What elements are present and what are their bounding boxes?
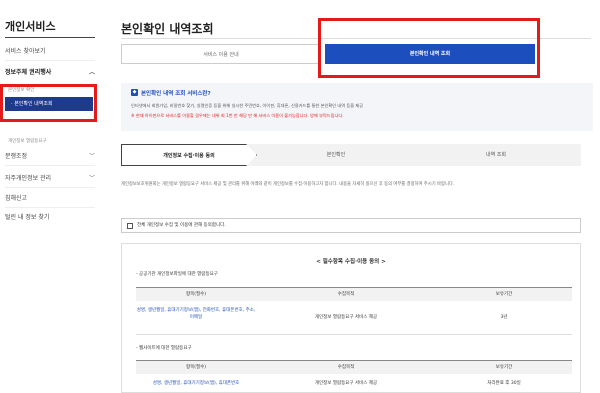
sidebar-item-label: 자주개인정보 관리: [5, 175, 52, 182]
table-header: 항목(필수) 수집목적 보유기간: [136, 360, 572, 374]
page-title: 본인확인 내역조회: [121, 22, 214, 36]
sidebar-title-divider: [5, 37, 95, 38]
terms-section-title: - 공공기관 개인정보파일에 대한 열람등요구: [136, 272, 218, 277]
step-verify: 본인확인: [326, 152, 346, 158]
table-row: 성명, 생년월일, 휴대기기정보(앱), 전화번호, 휴대폰번호, 주소, 이메…: [136, 301, 572, 335]
info-icon: ◆: [131, 89, 138, 96]
consent-all-checkbox[interactable]: [127, 223, 133, 229]
sidebar-divider: [5, 60, 95, 61]
sidebar-title: 개인서비스: [5, 20, 56, 33]
table-cell: 성명, 생년월일, 휴대기기정보(앱), 휴대폰번호: [152, 381, 240, 386]
chevron-down-icon: ﹀: [88, 153, 95, 160]
table-header-cell: 항목(필수): [185, 365, 207, 370]
table-header-cell: 보유기간: [495, 365, 513, 370]
table-row: 성명, 생년월일, 휴대기기정보(앱), 휴대폰번호 개인정보 열람등요구 서비…: [136, 374, 572, 393]
sidebar-item-rights[interactable]: 정보주체 권리행사 ︿: [5, 69, 95, 77]
info-text: 인터넷에서 회원가입, 비밀번호 찾기, 실명인증 등을 위해 실시한 주민번호…: [131, 103, 364, 108]
sidebar-item-label: 정보주체 권리행사: [5, 69, 52, 76]
info-box: ◆ 본인확인 내역 조회 서비스란? 인터넷에서 회원가입, 비밀번호 찾기, …: [121, 83, 593, 131]
step-consent: 개인정보 수집·이용 동의: [121, 144, 257, 166]
highlight-box-sidebar: [0, 84, 97, 122]
consent-all-row[interactable]: 전체 개인정보 수집 및 이용에 관해 동의합니다.: [121, 218, 581, 233]
chevron-up-icon: ︿: [88, 69, 95, 76]
info-title: 본인확인 내역 조회 서비스란?: [141, 91, 211, 97]
sidebar-divider: [5, 165, 95, 166]
table-cell: 성명, 생년월일, 휴대기기정보(앱), 전화번호, 휴대폰번호, 주소, 이메…: [136, 308, 256, 320]
consent-all-label: 전체 개인정보 수집 및 이용에 관해 동의합니다.: [137, 223, 226, 228]
step-history: 내역 조회: [486, 152, 506, 158]
table-header-cell: 보유기간: [495, 292, 513, 297]
sidebar-divider: [5, 207, 95, 208]
table-cell: 개인정보 열람등요구 서비스 제공: [314, 315, 378, 320]
sidebar: 개인서비스 서비스 찾아보기 정보주체 권리행사 ︿ 본인정보 확인 · 본인확…: [0, 0, 100, 393]
sidebar-item-report[interactable]: 침해신고: [5, 195, 95, 203]
table-cell: 처리완료 후 30일: [487, 381, 521, 386]
highlight-box-tab: [318, 18, 540, 78]
table-header-cell: 항목(필수): [185, 292, 207, 297]
table-cell: 개인정보 열람등요구 서비스 제공: [314, 381, 378, 386]
table-header: 항목(필수) 수집목적 보유기간: [136, 287, 572, 301]
sidebar-item-leaked-info[interactable]: 털린 내 정보 찾기: [5, 214, 95, 222]
step-indicator: 개인정보 수집·이용 동의 본인확인 내역 조회: [121, 144, 581, 166]
sidebar-item-dispute[interactable]: 분쟁조정 ﹀: [5, 153, 95, 161]
tab-service-guide[interactable]: 서비스 이용 안내: [121, 44, 321, 64]
table-header-cell: 수집목적: [337, 365, 355, 370]
terms-heading: < 필수항목 수집·이용 동의 >: [316, 259, 386, 265]
sidebar-item-label: 분쟁조정: [5, 153, 28, 160]
consent-description: 개인정보보호위원회는 개인정보 열람등요구 서비스 제공 및 관리를 위해 아래…: [121, 182, 455, 187]
sidebar-item-self-management[interactable]: 자주개인정보 관리 ﹀: [5, 175, 95, 183]
terms-section-title: - 웹사이트에 대한 열람등요구: [136, 346, 192, 351]
table-header-cell: 수집목적: [337, 292, 355, 297]
sidebar-item-service-search[interactable]: 서비스 찾아보기: [5, 48, 95, 56]
sidebar-sub-access-request[interactable]: 개인정보 열람등요구: [8, 138, 47, 144]
info-warning: ※ 현재 아이핀으로 서비스를 이용할 경우에는 내위 회 1번 만 해당 만 …: [131, 113, 344, 118]
chevron-down-icon: ﹀: [88, 175, 95, 182]
table-cell: 3년: [500, 315, 508, 320]
sidebar-divider: [5, 187, 95, 188]
terms-panel[interactable]: < 필수항목 수집·이용 동의 > - 공공기관 개인정보파일에 대한 열람등요…: [121, 243, 581, 393]
